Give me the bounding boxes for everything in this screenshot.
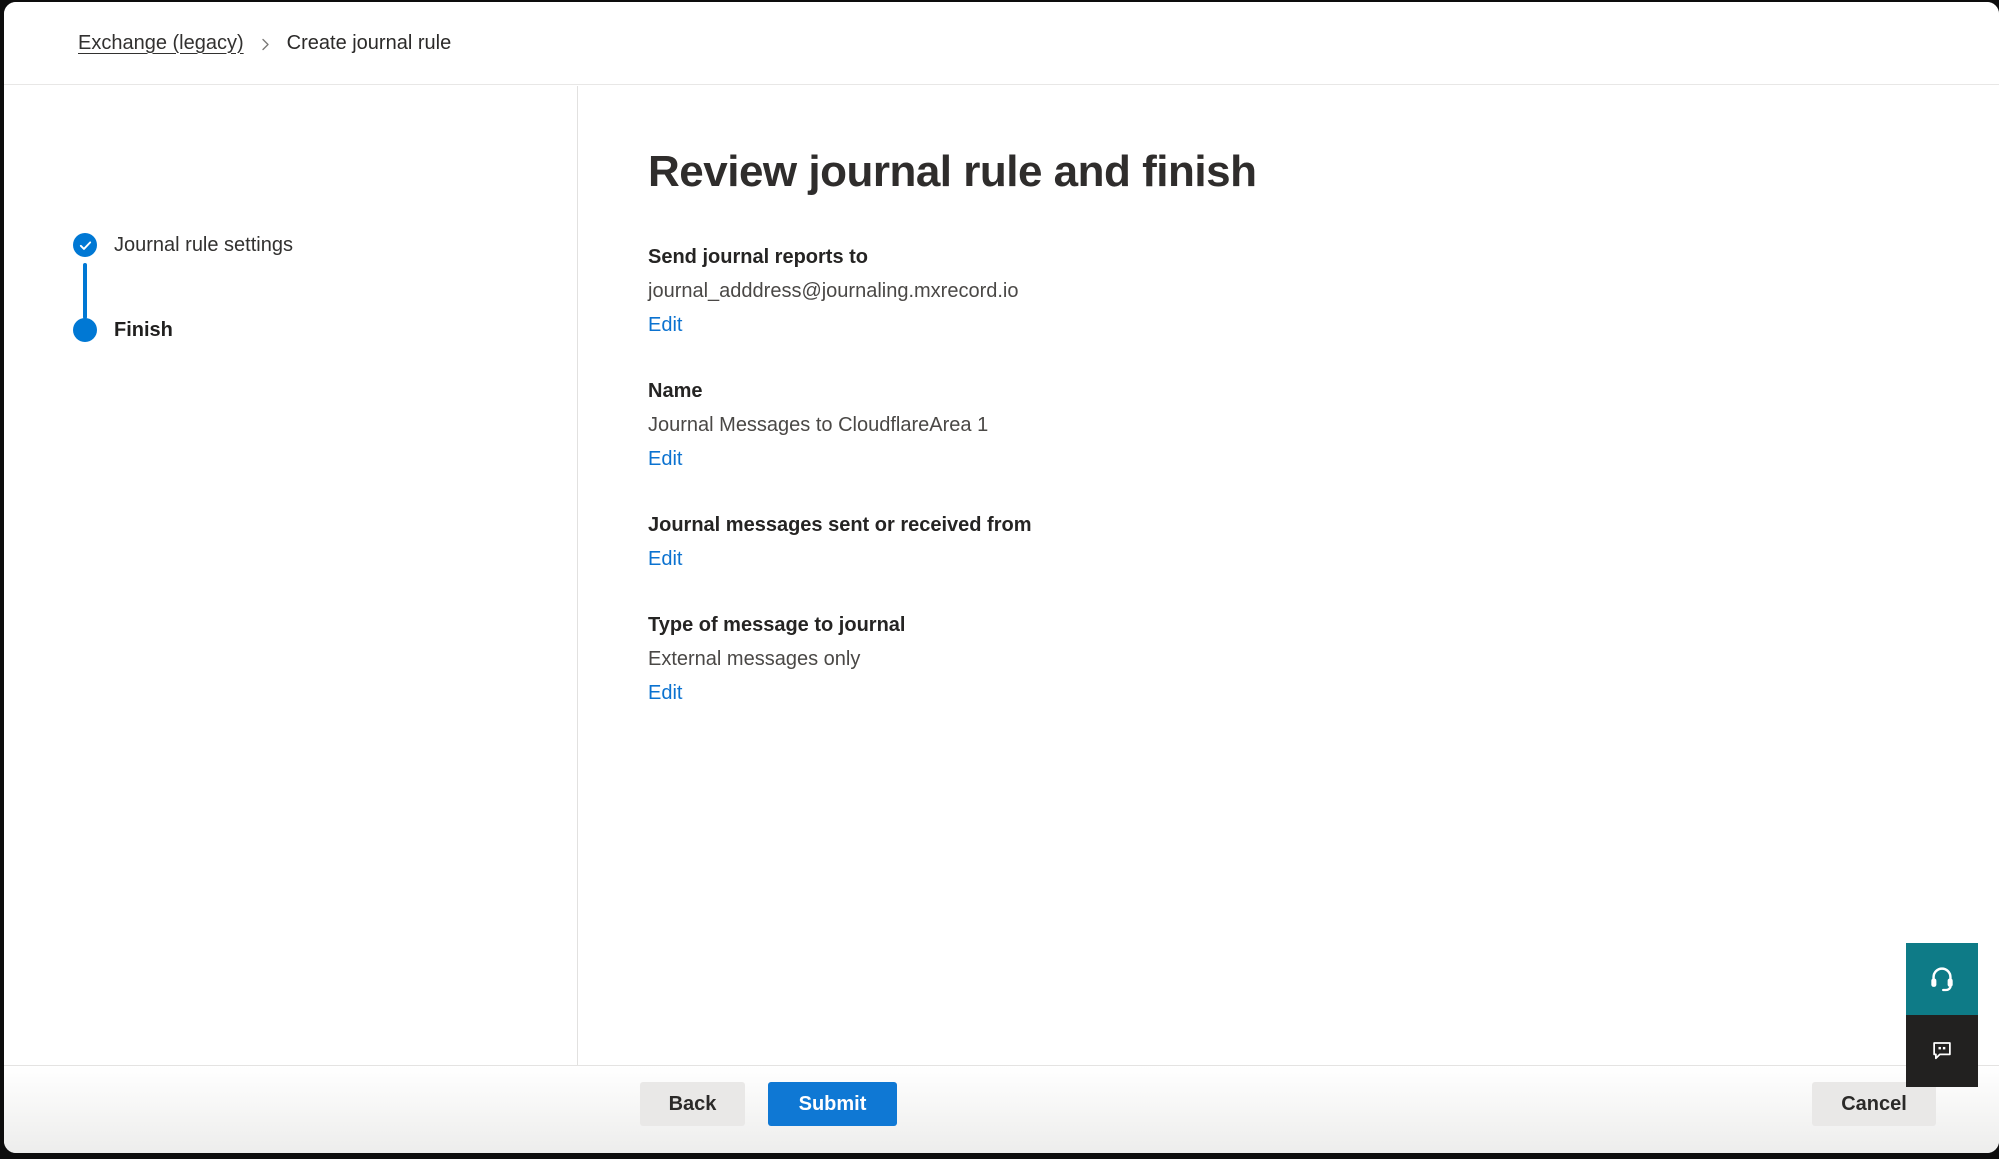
- step-label: Finish: [114, 317, 173, 343]
- section-label: Send journal reports to: [648, 240, 1959, 274]
- section-label: Journal messages sent or received from: [648, 508, 1959, 542]
- section-label: Name: [648, 374, 1959, 408]
- feedback-button[interactable]: [1906, 1015, 1978, 1087]
- step-connector-line: [83, 263, 87, 319]
- headset-icon: [1927, 963, 1957, 996]
- edit-link-send-reports[interactable]: Edit: [648, 308, 682, 342]
- cancel-button[interactable]: Cancel: [1812, 1082, 1936, 1126]
- content-area: Journal rule settings Finish Review jour…: [4, 86, 1999, 1065]
- back-button[interactable]: Back: [640, 1082, 745, 1126]
- step-label: Journal rule settings: [114, 232, 293, 258]
- breadcrumb-current-page: Create journal rule: [287, 32, 452, 55]
- edit-link-name[interactable]: Edit: [648, 442, 682, 476]
- page-title: Review journal rule and finish: [648, 142, 1959, 202]
- floating-side-buttons: [1906, 943, 1978, 1087]
- breadcrumb-exchange-legacy[interactable]: Exchange (legacy): [78, 32, 244, 55]
- review-section-name: Name Journal Messages to CloudflareArea …: [648, 374, 1959, 476]
- section-value: journal_adddress@journaling.mxrecord.io: [648, 274, 1959, 308]
- edit-link-sent-or-received[interactable]: Edit: [648, 542, 682, 576]
- edit-link-message-type[interactable]: Edit: [648, 676, 682, 710]
- section-value: External messages only: [648, 642, 1959, 676]
- submit-button[interactable]: Submit: [768, 1082, 897, 1126]
- help-support-button[interactable]: [1906, 943, 1978, 1015]
- section-label: Type of message to journal: [648, 608, 1959, 642]
- wizard-steps-panel: Journal rule settings Finish: [4, 86, 578, 1065]
- top-bar: Exchange (legacy) Create journal rule: [4, 2, 1999, 85]
- breadcrumb: Exchange (legacy) Create journal rule: [78, 32, 451, 55]
- wizard-step-finish[interactable]: Finish: [73, 317, 173, 343]
- wizard-step-journal-rule-settings[interactable]: Journal rule settings: [73, 232, 293, 258]
- wizard-footer: Back Submit Cancel: [4, 1065, 1999, 1153]
- review-section-message-type: Type of message to journal External mess…: [648, 608, 1959, 710]
- chat-bubble-icon: [1928, 1036, 1956, 1067]
- section-value: Journal Messages to CloudflareArea 1: [648, 408, 1959, 442]
- review-section-send-reports-to: Send journal reports to journal_adddress…: [648, 240, 1959, 342]
- current-step-dot: [73, 318, 97, 342]
- chevron-right-icon: [258, 35, 273, 52]
- checkmark-icon: [73, 233, 97, 257]
- review-pane: Review journal rule and finish Send jour…: [578, 86, 1999, 1065]
- app-window: Exchange (legacy) Create journal rule Jo…: [4, 2, 1999, 1153]
- review-section-sent-or-received: Journal messages sent or received from E…: [648, 508, 1959, 576]
